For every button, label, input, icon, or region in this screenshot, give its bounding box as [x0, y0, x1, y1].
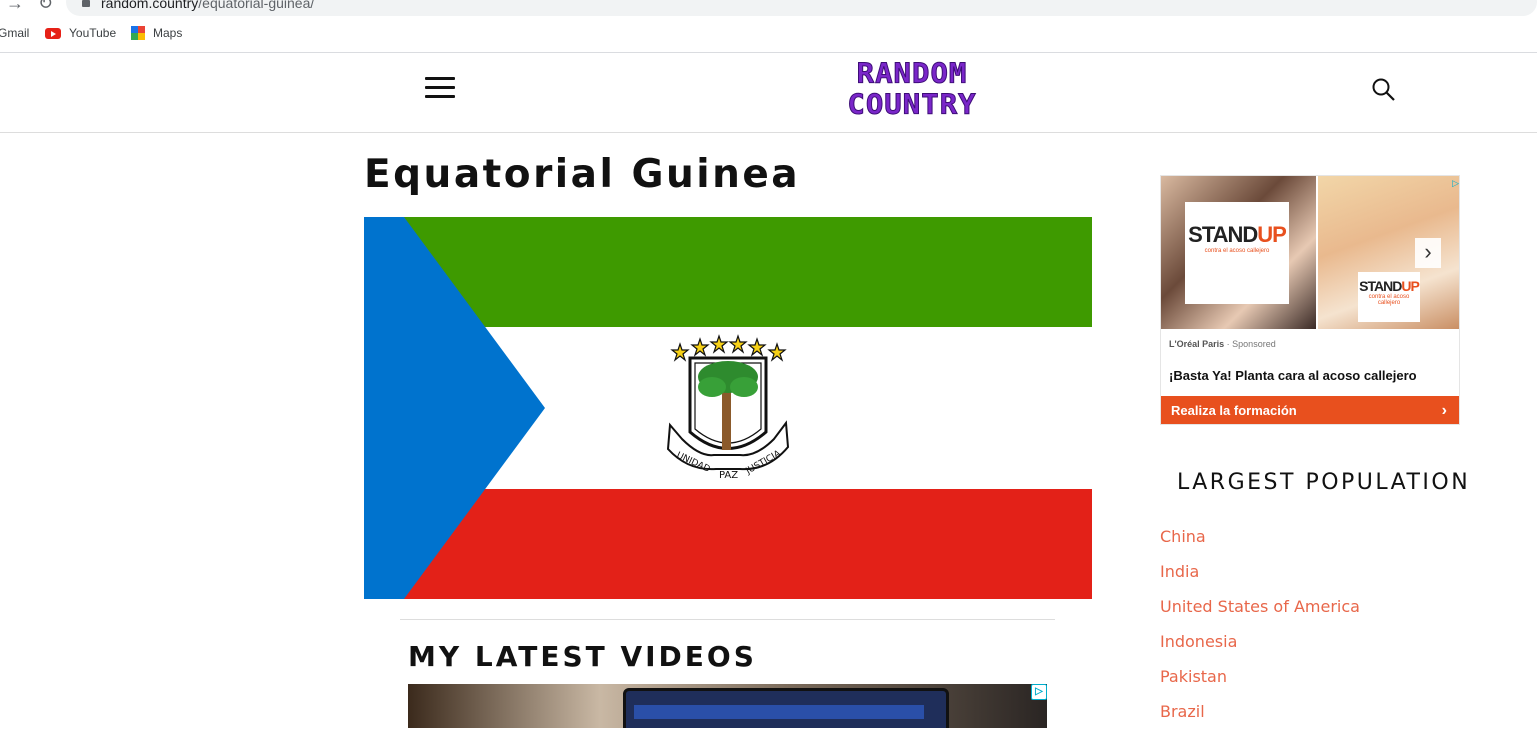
- bookmark-gmail[interactable]: Gmail: [0, 26, 29, 40]
- sidebar-heading: LARGEST POPULATION: [1177, 470, 1471, 495]
- population-link[interactable]: China: [1160, 527, 1360, 562]
- ad-logo-card: STANDUP contra el acoso callejero: [1185, 202, 1289, 304]
- reload-icon[interactable]: ↻: [38, 0, 53, 12]
- ad-subtitle: contra el acoso callejero: [1204, 248, 1270, 254]
- maps-icon: [131, 26, 145, 40]
- videos-heading: MY LATEST VIDEOS: [408, 640, 757, 673]
- ad-collage-image: STANDUP contra el acoso callejero: [1161, 176, 1316, 329]
- video-thumbnail: [623, 688, 949, 728]
- url-path: /equatorial-guinea/: [198, 0, 315, 11]
- menu-icon[interactable]: [425, 77, 455, 99]
- ad-cta-button[interactable]: Realiza la formación ›: [1161, 396, 1459, 424]
- ad-brand-text: STAND: [1188, 222, 1258, 247]
- browser-toolbar: → ↻ random.country/equatorial-guinea/: [0, 0, 1537, 17]
- logo-line-1: RANDOM: [856, 56, 968, 90]
- youtube-icon: [45, 27, 61, 39]
- video-player[interactable]: [408, 684, 1047, 728]
- ad-subtitle: contra el acoso callejero: [1368, 294, 1410, 306]
- adchoices-icon[interactable]: ▷: [1031, 684, 1047, 700]
- ad-logo-card-small: STANDUP contra el acoso callejero: [1358, 272, 1420, 322]
- ad-info-icon[interactable]: ▷: [1452, 178, 1459, 189]
- population-link[interactable]: United States of America: [1160, 597, 1360, 632]
- population-link[interactable]: Pakistan: [1160, 667, 1360, 702]
- bookmark-label: YouTube: [69, 26, 117, 40]
- search-icon[interactable]: [1371, 77, 1395, 101]
- emblem-text-paz: PAZ: [719, 470, 738, 481]
- ad-advertiser-name: L'Oréal Paris: [1169, 339, 1225, 349]
- population-link[interactable]: Brazil: [1160, 702, 1360, 737]
- bookmark-youtube[interactable]: YouTube: [45, 26, 116, 40]
- population-link[interactable]: India: [1160, 562, 1360, 597]
- bookmarks-bar: Gmail YouTube Maps: [0, 22, 1537, 46]
- ad-brand-accent: UP: [1257, 222, 1287, 247]
- logo-line-2: COUNTRY: [847, 87, 977, 121]
- population-link[interactable]: Indonesia: [1160, 632, 1360, 667]
- bookmark-maps[interactable]: Maps: [131, 26, 182, 40]
- ad-cta-label: Realiza la formación: [1171, 403, 1297, 418]
- chevron-right-icon[interactable]: ›: [1415, 238, 1441, 268]
- sidebar-ad[interactable]: STANDUP contra el acoso callejero STANDU…: [1160, 175, 1460, 425]
- ad-advertiser: L'Oréal Paris · Sponsored: [1169, 339, 1276, 349]
- ad-headline[interactable]: ¡Basta Ya! Planta cara al acoso callejer…: [1169, 368, 1417, 383]
- bookmark-label: Maps: [153, 26, 183, 40]
- ad-sponsored-label: Sponsored: [1232, 339, 1276, 349]
- url-text[interactable]: random.country/equatorial-guinea/: [101, 0, 314, 11]
- lock-icon[interactable]: [82, 0, 90, 7]
- ad-brand-text: STAND: [1359, 278, 1402, 294]
- bookmark-label: Gmail: [0, 26, 30, 40]
- chevron-right-icon: ›: [1441, 402, 1447, 419]
- population-list: China India United States of America Ind…: [1160, 527, 1360, 737]
- site-logo[interactable]: RANDOM COUNTRY: [832, 58, 992, 120]
- ad-brand-accent: UP: [1401, 278, 1419, 294]
- site-header: RANDOM COUNTRY: [0, 53, 1537, 133]
- url-host: random.country: [101, 0, 199, 11]
- forward-icon[interactable]: →: [6, 0, 24, 12]
- section-divider: [400, 619, 1055, 620]
- country-flag: UNIDAD PAZ JUSTICIA: [364, 217, 1092, 599]
- page-title: Equatorial Guinea: [364, 152, 801, 197]
